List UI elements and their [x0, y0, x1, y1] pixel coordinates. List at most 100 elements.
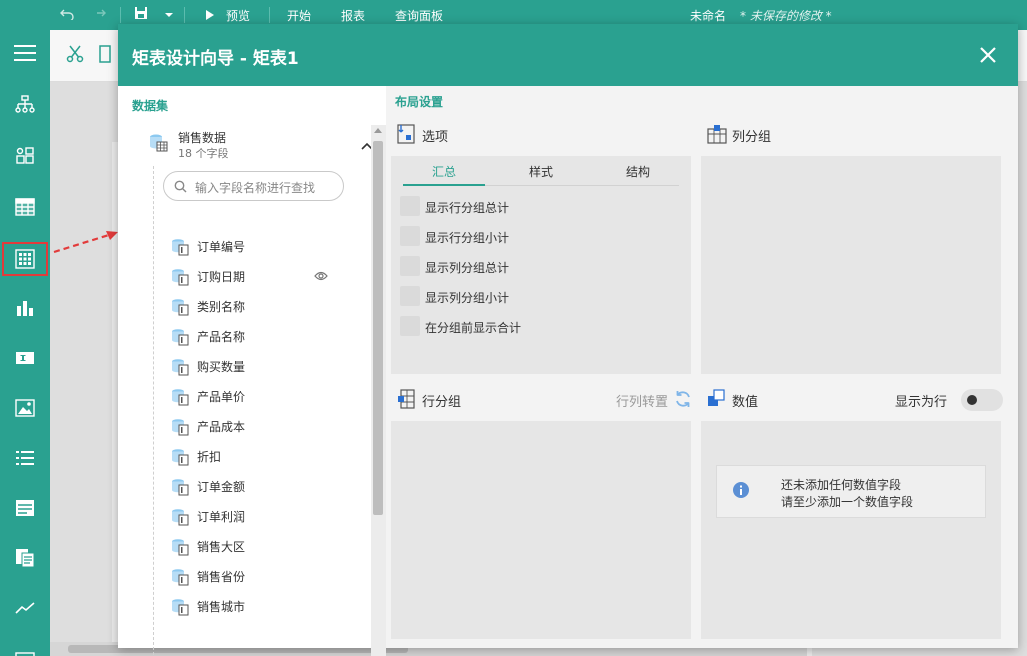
field-list-scrollbar[interactable] — [371, 125, 386, 656]
values-dropzone[interactable]: 还未添加任何数值字段 请至少添加一个数值字段 — [701, 421, 1001, 639]
undo-icon[interactable] — [60, 6, 74, 23]
close-icon[interactable] — [978, 45, 998, 65]
dataset-icon — [148, 133, 168, 156]
app-sidebar — [0, 0, 50, 656]
field-item[interactable]: 产品成本 — [170, 416, 340, 436]
form-icon[interactable] — [0, 488, 50, 528]
option-checkbox[interactable] — [400, 316, 420, 336]
tab-query-panel[interactable]: 查询面板 — [395, 7, 443, 24]
image-icon[interactable] — [0, 388, 50, 428]
option-label: 在分组前显示合计 — [425, 321, 522, 335]
tab-style[interactable]: 样式 — [500, 163, 582, 180]
play-icon — [206, 9, 214, 23]
field-item[interactable]: 类别名称 — [170, 296, 340, 316]
row-group-header: 行分组 行列转置 — [397, 389, 690, 410]
line-chart-icon[interactable] — [0, 588, 50, 628]
list-icon[interactable] — [0, 438, 50, 478]
table-icon[interactable] — [0, 187, 50, 227]
option-checkbox[interactable] — [400, 256, 420, 276]
dataset-row[interactable]: 销售数据 18 个字段 — [148, 128, 373, 162]
empty-values-notice: 还未添加任何数值字段 请至少添加一个数值字段 — [716, 465, 986, 518]
show-as-row-toggle[interactable] — [961, 389, 1003, 411]
field-icon — [170, 268, 190, 289]
notice-line-2: 请至少添加一个数值字段 — [781, 495, 914, 509]
option-item[interactable]: 显示行分组总计 — [400, 196, 670, 216]
option-checkbox[interactable] — [400, 286, 420, 306]
show-as-row-label: 显示为行 — [895, 395, 948, 410]
cut-icon[interactable] — [66, 45, 84, 66]
field-item[interactable]: 销售大区 — [170, 536, 340, 556]
dataset-panel-title: 数据集 — [132, 99, 169, 113]
field-item[interactable]: 产品单价 — [170, 386, 340, 406]
options-tabs: 汇总 样式 结构 — [403, 162, 679, 186]
dialog-header: 矩表设计向导 - 矩表1 — [118, 24, 1018, 86]
eye-icon[interactable] — [314, 270, 328, 284]
tab-summary[interactable]: 汇总 — [403, 163, 485, 180]
field-item[interactable]: 销售省份 — [170, 566, 340, 586]
row-group-dropzone[interactable] — [391, 421, 691, 639]
matrix-icon[interactable] — [2, 242, 48, 276]
field-label: 折扣 — [197, 450, 222, 464]
field-item[interactable]: 产品名称 — [170, 326, 340, 346]
document-status: * 未保存的修改 * — [740, 9, 832, 23]
option-item[interactable]: 显示行分组小计 — [400, 226, 670, 246]
more-icon[interactable] — [0, 636, 50, 656]
field-label: 销售城市 — [197, 600, 246, 614]
field-item[interactable]: 订单编号 — [170, 236, 340, 256]
field-item[interactable]: 订购日期 — [170, 266, 340, 286]
component-icon[interactable] — [0, 136, 50, 176]
option-item[interactable]: 显示列分组小计 — [400, 286, 670, 306]
field-icon — [170, 568, 190, 589]
options-header: 选项 — [397, 124, 517, 147]
show-as-row: 显示为行 — [895, 389, 1003, 411]
save-dropdown-icon[interactable] — [164, 8, 174, 22]
tab-structure[interactable]: 结构 — [597, 163, 679, 180]
field-icon — [170, 328, 190, 349]
refresh-icon — [674, 390, 692, 411]
field-label: 产品单价 — [197, 390, 246, 404]
tab-start[interactable]: 开始 — [287, 7, 311, 24]
column-group-dropzone[interactable] — [701, 156, 1001, 374]
tab-report[interactable]: 报表 — [341, 7, 365, 24]
field-item[interactable]: 销售城市 — [170, 596, 340, 616]
layout-settings: 布局设置 选项 汇总 样式 结构 显示行分组总计 显示行分组小计 显示列分组总计 显示… — [386, 86, 1018, 648]
active-tab-indicator — [403, 184, 485, 186]
option-item[interactable]: 显示列分组总计 — [400, 256, 670, 276]
field-item[interactable]: 订单金额 — [170, 476, 340, 496]
field-item[interactable]: 购买数量 — [170, 356, 340, 376]
transpose-label: 行列转置 — [616, 395, 669, 410]
values-icon — [707, 389, 725, 410]
hierarchy-icon[interactable] — [0, 84, 50, 124]
option-checkbox[interactable] — [400, 196, 420, 216]
field-icon — [170, 238, 190, 259]
options-icon — [397, 124, 415, 147]
copy-icon[interactable] — [98, 44, 112, 67]
subreport-icon[interactable] — [0, 538, 50, 578]
save-icon[interactable] — [134, 6, 148, 23]
field-item[interactable]: 折扣 — [170, 446, 340, 466]
dataset-field-count: 18 个字段 — [178, 147, 229, 160]
field-label: 订单编号 — [197, 240, 246, 254]
menu-icon[interactable] — [0, 33, 50, 73]
scroll-up-icon[interactable] — [374, 128, 382, 133]
preview-button[interactable]: 预览 — [226, 7, 250, 24]
option-checkbox[interactable] — [400, 226, 420, 246]
field-label: 产品成本 — [197, 420, 246, 434]
scrollbar-thumb[interactable] — [373, 141, 383, 515]
redo-icon[interactable] — [92, 6, 106, 23]
column-group-label: 列分组 — [732, 130, 772, 145]
option-item[interactable]: 在分组前显示合计 — [400, 316, 670, 336]
field-icon — [170, 418, 190, 439]
bar-chart-icon[interactable] — [0, 288, 50, 328]
field-label: 类别名称 — [197, 300, 246, 314]
notice-line-1: 还未添加任何数值字段 — [781, 478, 902, 492]
option-label: 显示行分组总计 — [425, 201, 510, 215]
textbox-icon[interactable] — [0, 338, 50, 378]
field-search-input[interactable]: 输入字段名称进行查找 — [163, 171, 344, 201]
field-label: 购买数量 — [197, 360, 246, 374]
search-placeholder: 输入字段名称进行查找 — [195, 181, 316, 195]
field-icon — [170, 448, 190, 469]
options-label: 选项 — [422, 130, 449, 145]
option-label: 显示行分组小计 — [425, 231, 510, 245]
field-item[interactable]: 订单利润 — [170, 506, 340, 526]
